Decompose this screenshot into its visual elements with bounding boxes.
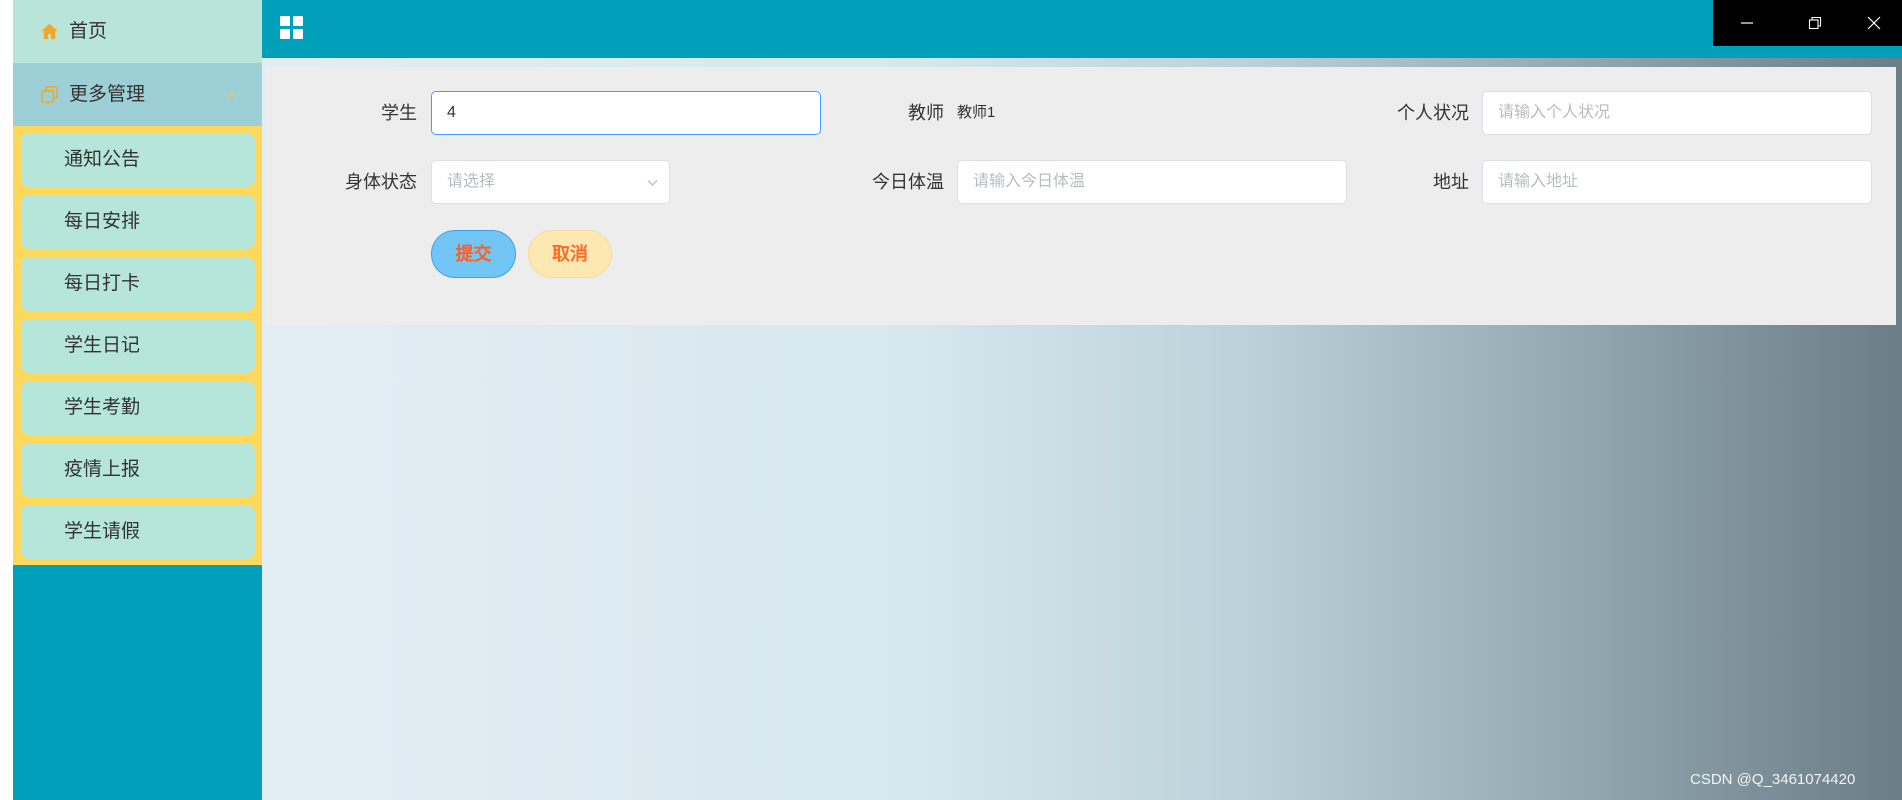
restore-button[interactable] (1787, 0, 1843, 46)
sidebar-item-epidemic-report[interactable]: 疫情上报 (21, 443, 255, 497)
teacher-value: 教师1 (957, 104, 996, 121)
sidebar-group-more-management[interactable]: 更多管理 (13, 63, 262, 126)
sidebar-item-student-attendance[interactable]: 学生考勤 (21, 381, 255, 435)
submit-button[interactable]: 提交 (431, 230, 516, 278)
csdn-watermark: CSDN @Q_3461074420 (1690, 771, 1856, 788)
top-header (262, 0, 1902, 58)
sidebar-item-student-leave[interactable]: 学生请假 (21, 505, 255, 559)
student-label: 学生 (381, 103, 417, 123)
chevron-down-icon (647, 180, 658, 186)
student-input[interactable] (431, 91, 821, 135)
submenu: 通知公告 每日安排 每日打卡 学生日记 学生考勤 疫情上报 学生请假 (13, 126, 262, 565)
temperature-input[interactable] (957, 160, 1347, 204)
chevron-up-icon (227, 91, 237, 98)
sidebar-item-home[interactable]: 首页 (13, 0, 262, 63)
address-input[interactable] (1482, 160, 1872, 204)
temperature-label: 今日体温 (872, 172, 944, 192)
sidebar-item-daily-schedule[interactable]: 每日安排 (21, 195, 255, 249)
health-status-label: 身体状态 (345, 172, 417, 192)
sidebar-item-student-diary[interactable]: 学生日记 (21, 319, 255, 373)
grid-icon[interactable] (280, 16, 303, 39)
health-status-placeholder: 请选择 (447, 173, 496, 190)
minimize-button[interactable] (1719, 0, 1775, 46)
sidebar-item-label: 首页 (69, 21, 108, 42)
personal-status-input[interactable] (1482, 91, 1872, 135)
home-icon (41, 23, 58, 40)
sidebar: 首页 更多管理 通知公告 每日安排 每日打卡 学生日记 学生考勤 疫情上报 学生… (13, 0, 262, 800)
copy-icon (41, 86, 58, 103)
window-controls (1713, 0, 1902, 46)
cancel-button[interactable]: 取消 (528, 230, 612, 278)
restore-icon (1808, 16, 1822, 30)
sidebar-item-daily-checkin[interactable]: 每日打卡 (21, 257, 255, 311)
minimize-icon (1741, 22, 1753, 24)
form-panel: 学生 教师 教师1 个人状况 身体状态 请选择 今日体温 地址 提交 取消 (266, 67, 1896, 325)
address-label: 地址 (1433, 172, 1469, 192)
sidebar-item-notice[interactable]: 通知公告 (21, 133, 255, 187)
sidebar-group-label: 更多管理 (69, 84, 146, 105)
teacher-label: 教师 (908, 103, 944, 123)
personal-status-label: 个人状况 (1397, 103, 1469, 123)
health-status-select[interactable]: 请选择 (431, 160, 670, 204)
close-icon (1867, 16, 1881, 30)
close-button[interactable] (1846, 0, 1902, 46)
